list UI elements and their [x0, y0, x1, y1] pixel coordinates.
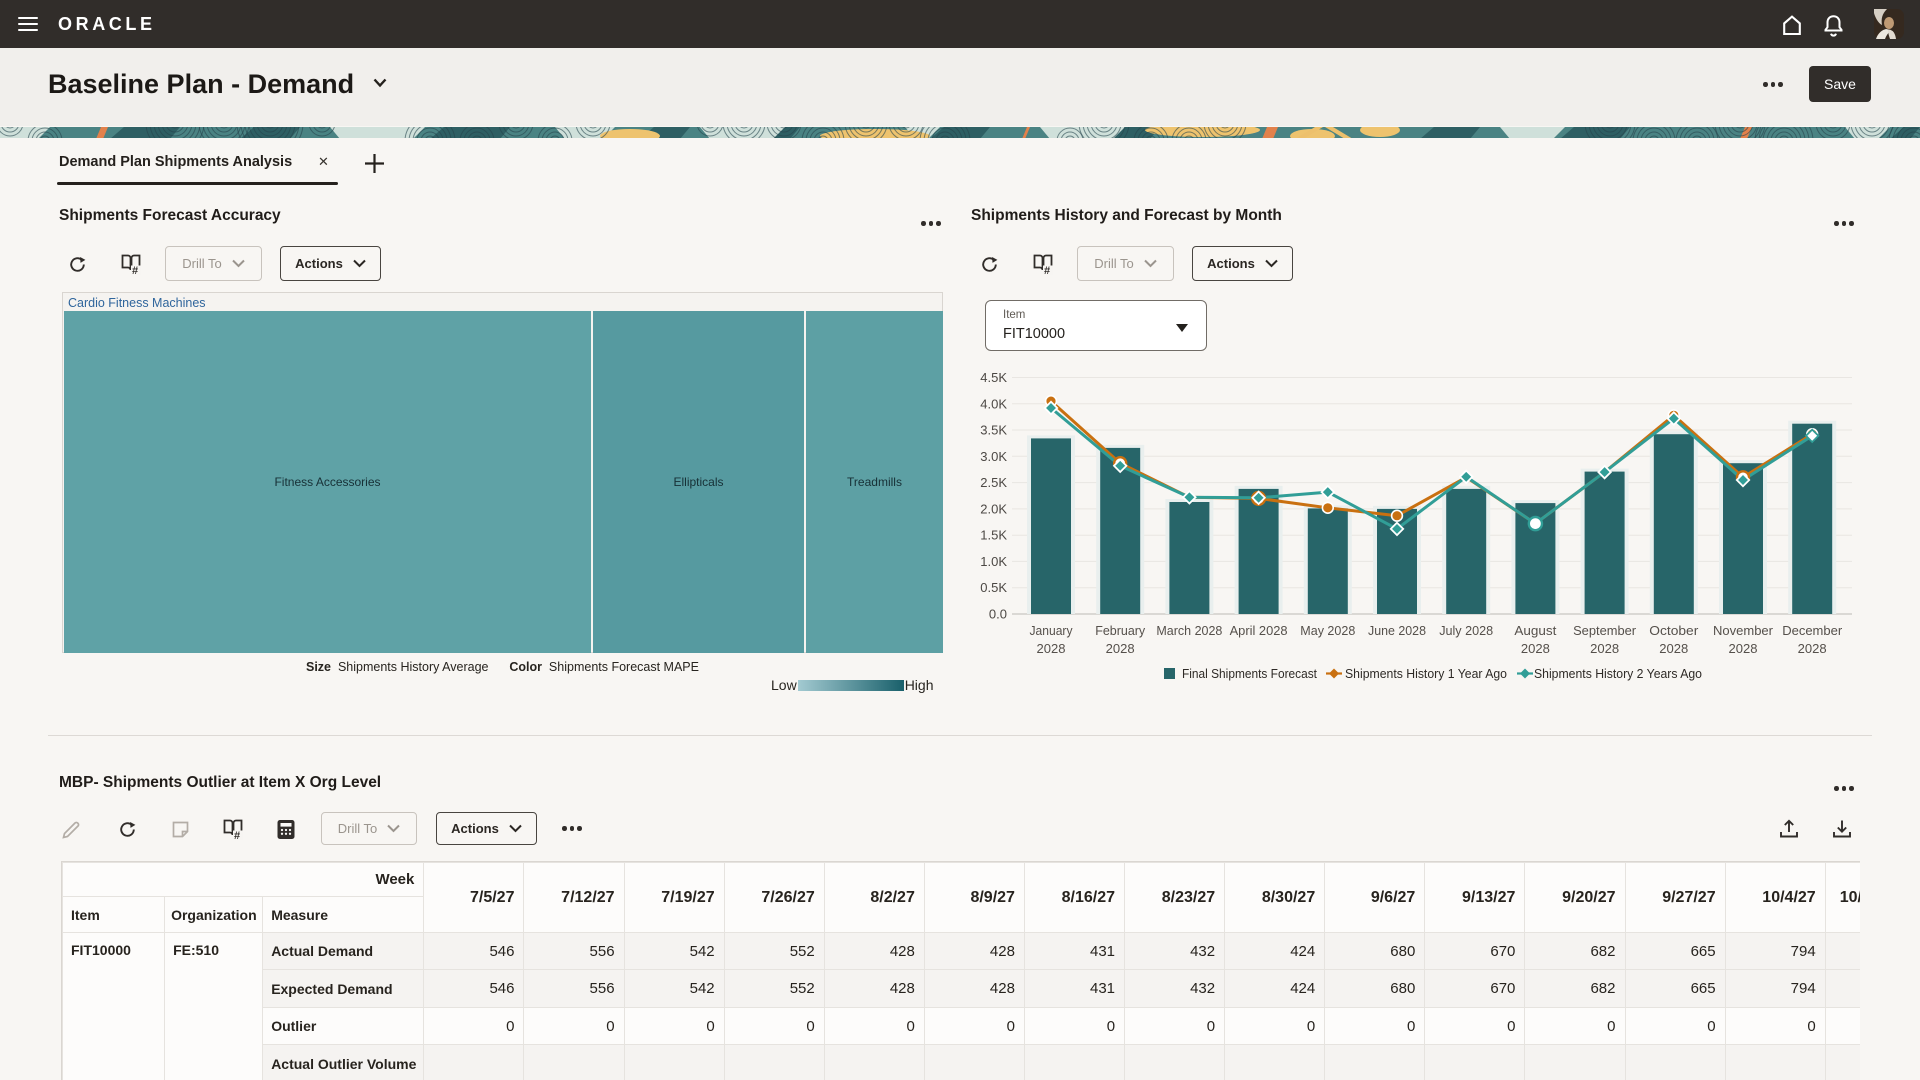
svg-text:August: August	[1514, 623, 1556, 638]
svg-text:2028: 2028	[1659, 641, 1688, 656]
svg-text:0.5K: 0.5K	[980, 580, 1007, 595]
svg-text:September: September	[1573, 623, 1637, 638]
svg-text:0.0: 0.0	[989, 607, 1007, 622]
svg-text:4.0K: 4.0K	[980, 396, 1007, 411]
svg-text:2028: 2028	[1037, 641, 1066, 656]
svg-text:2028: 2028	[1729, 641, 1758, 656]
svg-text:January: January	[1030, 623, 1073, 638]
svg-text:February: February	[1095, 623, 1145, 638]
svg-text:3.0K: 3.0K	[980, 449, 1007, 464]
svg-text:May 2028: May 2028	[1300, 623, 1355, 638]
svg-text:2028: 2028	[1106, 641, 1135, 656]
svg-text:3.5K: 3.5K	[980, 423, 1007, 438]
svg-text:4.5K: 4.5K	[980, 370, 1007, 385]
svg-text:1.0K: 1.0K	[980, 554, 1007, 569]
svg-text:2028: 2028	[1798, 641, 1827, 656]
svg-text:November: November	[1713, 623, 1774, 638]
svg-text:2.5K: 2.5K	[980, 475, 1007, 490]
svg-text:December: December	[1782, 623, 1843, 638]
svg-text:Shipments History 1 Year Ago: Shipments History 1 Year Ago	[1345, 666, 1507, 681]
svg-text:April 2028: April 2028	[1230, 623, 1288, 638]
svg-text:2028: 2028	[1590, 641, 1619, 656]
svg-text:Final Shipments Forecast: Final Shipments Forecast	[1182, 666, 1317, 681]
svg-text:2.0K: 2.0K	[980, 501, 1007, 516]
svg-text:July 2028: July 2028	[1439, 623, 1493, 638]
svg-text:#: #	[1044, 265, 1050, 275]
svg-text:October: October	[1649, 623, 1699, 638]
svg-text:#: #	[234, 830, 240, 840]
svg-text:2028: 2028	[1521, 641, 1550, 656]
svg-text:June 2028: June 2028	[1368, 623, 1426, 638]
svg-text:March 2028: March 2028	[1156, 623, 1222, 638]
svg-text:Shipments History 2 Years Ago: Shipments History 2 Years Ago	[1534, 666, 1702, 681]
svg-text:#: #	[132, 265, 138, 275]
svg-text:1.5K: 1.5K	[980, 528, 1007, 543]
